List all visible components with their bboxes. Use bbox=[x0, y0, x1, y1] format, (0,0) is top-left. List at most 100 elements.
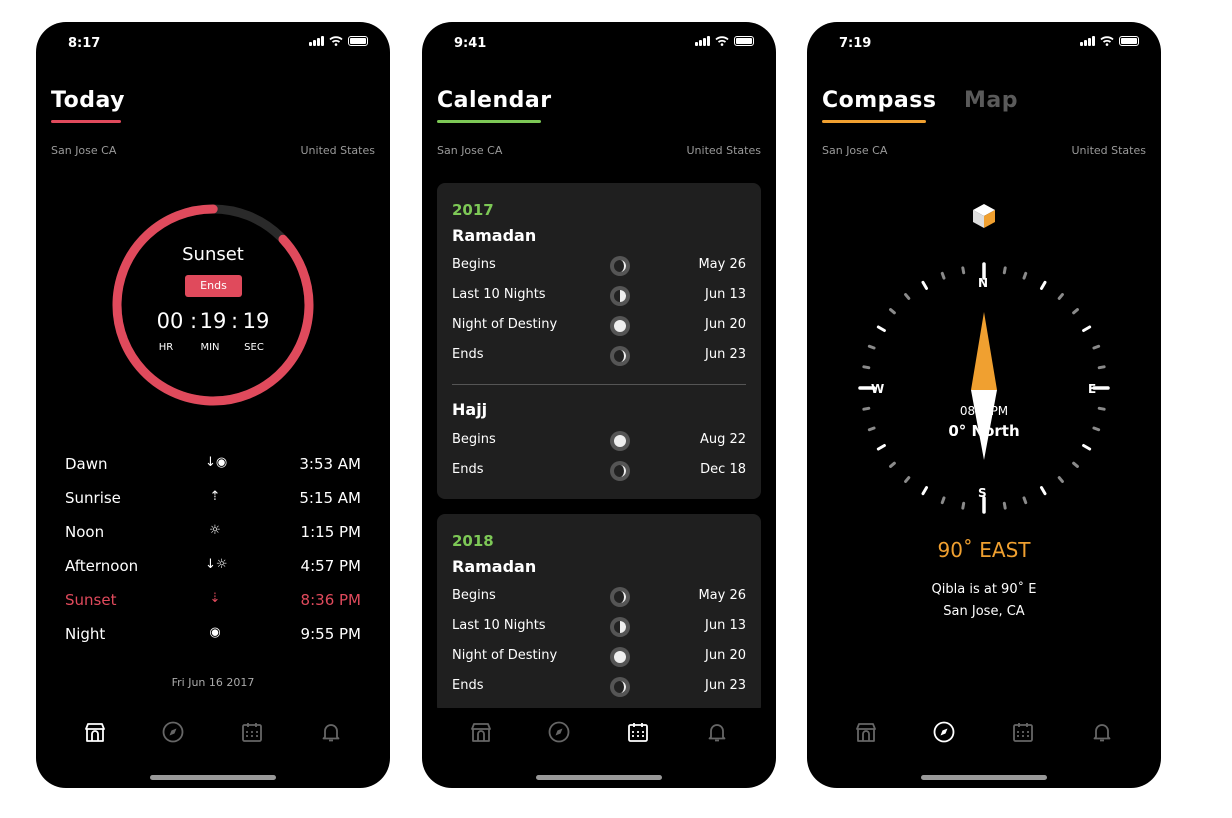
event-row[interactable]: Night of Destiny Jun 20 bbox=[452, 315, 746, 337]
home-indicator[interactable] bbox=[921, 775, 1047, 780]
compass-tick bbox=[961, 266, 966, 275]
event-row[interactable]: Ends Jun 23 bbox=[452, 345, 746, 367]
status-icons bbox=[695, 36, 754, 46]
time-name: Dawn bbox=[65, 455, 108, 473]
time-value: 1:15 PM bbox=[300, 523, 361, 541]
list-item[interactable]: Sunrise ⇡ 5:15 AM bbox=[65, 489, 361, 523]
tab-map[interactable]: Map bbox=[964, 88, 1018, 113]
event-row[interactable]: Begins May 26 bbox=[452, 586, 746, 608]
countdown-seconds: 19 bbox=[242, 309, 270, 333]
compass-icon[interactable] bbox=[161, 720, 185, 744]
event-row[interactable]: Begins May 26 bbox=[452, 255, 746, 277]
afternoon-icon: ↓☼ bbox=[205, 557, 228, 572]
event-row[interactable]: Ends Jun 23 bbox=[452, 676, 746, 698]
compass-ticks bbox=[858, 204, 1110, 514]
calendar-icon[interactable] bbox=[1011, 720, 1035, 744]
prayer-times-list: Dawn ↓◉ 3:53 AM Sunrise ⇡ 5:15 AM Noon ☼… bbox=[65, 455, 361, 659]
compass-tick bbox=[961, 501, 966, 510]
compass-tick bbox=[862, 365, 871, 370]
battery-icon bbox=[734, 36, 754, 46]
event-row[interactable]: Night of Destiny Jun 20 bbox=[452, 646, 746, 668]
row-label: Ends bbox=[452, 678, 484, 693]
status-time: 7:19 bbox=[839, 36, 872, 51]
year-label: 2017 bbox=[452, 201, 494, 219]
row-date: May 26 bbox=[698, 588, 746, 603]
qibla-direction: 90˚ EAST bbox=[937, 538, 1031, 562]
bell-icon[interactable] bbox=[1090, 720, 1114, 744]
countdown-hours: 00 bbox=[156, 309, 184, 333]
event-row[interactable]: Last 10 Nights Jun 13 bbox=[452, 616, 746, 638]
event-row[interactable]: Begins Aug 22 bbox=[452, 430, 746, 452]
compass-tick bbox=[1040, 486, 1047, 496]
list-item-active[interactable]: Sunset ⇣ 8:36 PM bbox=[65, 591, 361, 625]
compass-tick bbox=[904, 293, 911, 300]
row-date: Jun 23 bbox=[705, 678, 746, 693]
mosque-icon[interactable] bbox=[83, 720, 107, 744]
moon-crescent-icon bbox=[610, 587, 630, 607]
moon-crescent-icon bbox=[610, 461, 630, 481]
row-label: Ends bbox=[452, 462, 484, 477]
ring-label: Sunset bbox=[182, 244, 244, 265]
compass-tick bbox=[1082, 444, 1092, 451]
list-item[interactable]: Noon ☼ 1:15 PM bbox=[65, 523, 361, 557]
row-label: Last 10 Nights bbox=[452, 287, 546, 302]
home-indicator[interactable] bbox=[536, 775, 662, 780]
status-icons bbox=[1080, 36, 1139, 46]
event-row[interactable]: Last 10 Nights Jun 13 bbox=[452, 285, 746, 307]
list-item[interactable]: Night ◉ 9:55 PM bbox=[65, 625, 361, 659]
mosque-icon[interactable] bbox=[469, 720, 493, 744]
compass-tick bbox=[1072, 308, 1079, 315]
compass-dial[interactable]: N S W E bbox=[847, 198, 1121, 518]
bell-icon[interactable] bbox=[319, 720, 343, 744]
location-city: San Jose CA bbox=[822, 144, 888, 157]
compass-tick bbox=[1022, 271, 1028, 280]
row-date: Jun 13 bbox=[705, 618, 746, 633]
list-item[interactable]: Afternoon ↓☼ 4:57 PM bbox=[65, 557, 361, 591]
time-name: Noon bbox=[65, 523, 105, 541]
unit-min: MIN bbox=[200, 342, 220, 353]
page-title[interactable]: Today bbox=[51, 88, 125, 113]
moon-full-icon bbox=[610, 431, 630, 451]
qibla-city: San Jose, CA bbox=[943, 604, 1025, 619]
page-title[interactable]: Calendar bbox=[437, 88, 552, 113]
countdown-minutes: 19 bbox=[199, 309, 227, 333]
current-date: Fri Jun 16 2017 bbox=[171, 676, 255, 689]
compass-tick bbox=[876, 444, 886, 451]
compass-tick bbox=[1040, 280, 1047, 290]
needle-north bbox=[971, 312, 997, 390]
compass-tick bbox=[904, 476, 911, 483]
compass-icon[interactable] bbox=[547, 720, 571, 744]
phone-compass: 7:19 Compass Map San Jose CA United Stat… bbox=[807, 22, 1161, 788]
compass-tick bbox=[1057, 476, 1064, 483]
event-row[interactable]: Ends Dec 18 bbox=[452, 460, 746, 482]
compass-tick bbox=[1097, 365, 1106, 370]
moon-half-icon bbox=[610, 617, 630, 637]
phone-calendar: 9:41 Calendar San Jose CA United States … bbox=[422, 22, 776, 788]
tab-compass[interactable]: Compass bbox=[822, 88, 936, 113]
phone-today: 8:17 Today San Jose CA United States Sun… bbox=[36, 22, 390, 788]
bell-icon[interactable] bbox=[705, 720, 729, 744]
moon-full-icon bbox=[610, 316, 630, 336]
compass-icon[interactable] bbox=[932, 720, 956, 744]
year-label: 2018 bbox=[452, 532, 494, 550]
direction-north: N bbox=[978, 276, 989, 290]
row-date: Jun 20 bbox=[705, 648, 746, 663]
location-country: United States bbox=[300, 144, 376, 157]
kaaba-icon bbox=[973, 204, 995, 228]
list-item[interactable]: Dawn ↓◉ 3:53 AM bbox=[65, 455, 361, 489]
calendar-icon[interactable] bbox=[626, 720, 650, 744]
calendar-icon[interactable] bbox=[240, 720, 264, 744]
compass-time: 08:1 PM bbox=[959, 404, 1009, 418]
event-title: Hajj bbox=[452, 400, 488, 419]
time-value: 9:55 PM bbox=[300, 625, 361, 643]
mosque-icon[interactable] bbox=[854, 720, 878, 744]
moon-crescent-icon bbox=[610, 256, 630, 276]
title-underline bbox=[51, 120, 121, 123]
row-label: Begins bbox=[452, 257, 496, 272]
home-indicator[interactable] bbox=[150, 775, 276, 780]
direction-east: E bbox=[1088, 382, 1097, 396]
location-city: San Jose CA bbox=[51, 144, 117, 157]
battery-icon bbox=[348, 36, 368, 46]
moon-full-icon bbox=[610, 647, 630, 667]
wifi-icon bbox=[1100, 36, 1114, 46]
